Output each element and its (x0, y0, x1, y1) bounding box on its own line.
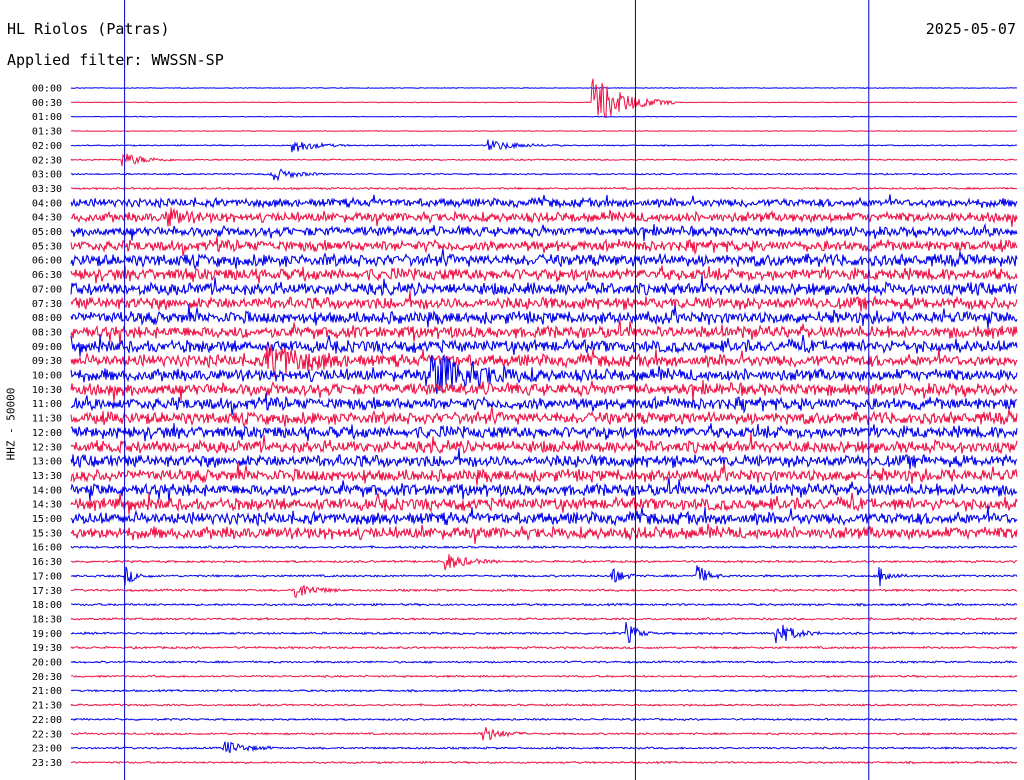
row-label-16:00: 16:00 (32, 543, 62, 554)
row-label-12:30: 12:30 (32, 442, 62, 453)
trace-08:30 (70, 319, 1018, 346)
trace-04:30 (70, 207, 1018, 227)
trace-00:00 (70, 86, 1018, 89)
trace-18:00 (70, 602, 1018, 607)
row-label-07:30: 07:30 (32, 299, 62, 310)
trace-21:00 (70, 688, 1018, 693)
row-label-00:30: 00:30 (32, 98, 62, 109)
trace-05:30 (70, 236, 1018, 257)
trace-02:30 (70, 153, 1018, 167)
row-label-20:00: 20:00 (32, 658, 62, 669)
trace-10:30 (70, 379, 1018, 402)
trace-19:00 (70, 622, 1018, 644)
row-label-23:00: 23:00 (32, 744, 62, 755)
trace-16:00 (70, 544, 1018, 550)
trace-18:30 (70, 616, 1018, 621)
row-label-19:30: 19:30 (32, 643, 62, 654)
row-label-08:00: 08:00 (32, 313, 62, 324)
row-label-07:00: 07:00 (32, 284, 62, 295)
trace-22:30 (70, 727, 1018, 741)
row-label-04:00: 04:00 (32, 198, 62, 209)
trace-17:30 (70, 584, 1018, 599)
trace-11:00 (70, 393, 1018, 416)
row-label-14:30: 14:30 (32, 500, 62, 511)
row-label-group: 00:00 00:30 01:00 01:30 02:00 02:30 03:00 03:30… (32, 84, 62, 769)
row-label-14:00: 14:00 (32, 485, 62, 496)
row-label-04:30: 04:30 (32, 213, 62, 224)
row-label-09:00: 09:00 (32, 342, 62, 353)
row-label-05:00: 05:00 (32, 227, 62, 238)
row-label-10:30: 10:30 (32, 385, 62, 396)
trace-12:00 (70, 423, 1018, 442)
row-label-09:30: 09:30 (32, 356, 62, 367)
trace-group (70, 78, 1018, 765)
row-label-18:00: 18:00 (32, 600, 62, 611)
trace-13:30 (70, 461, 1018, 486)
row-label-02:00: 02:00 (32, 141, 62, 152)
row-label-11:30: 11:30 (32, 414, 62, 425)
row-label-16:30: 16:30 (32, 557, 62, 568)
trace-05:00 (70, 222, 1018, 242)
row-label-19:00: 19:00 (32, 629, 62, 640)
row-label-06:30: 06:30 (32, 270, 62, 281)
row-label-01:00: 01:00 (32, 112, 62, 123)
row-label-12:00: 12:00 (32, 428, 62, 439)
row-label-06:00: 06:00 (32, 256, 62, 267)
trace-04:00 (70, 194, 1018, 210)
row-label-01:30: 01:30 (32, 127, 62, 138)
row-label-11:00: 11:00 (32, 399, 62, 410)
trace-03:30 (70, 186, 1018, 191)
trace-15:00 (70, 506, 1018, 527)
trace-16:30 (71, 554, 1018, 571)
trace-02:00 (70, 139, 1018, 153)
row-label-17:00: 17:00 (32, 571, 62, 582)
trace-01:00 (70, 115, 1018, 118)
row-label-17:30: 17:30 (32, 586, 62, 597)
trace-06:30 (70, 265, 1018, 284)
row-label-10:00: 10:00 (32, 371, 62, 382)
row-label-03:30: 03:30 (32, 184, 62, 195)
row-label-15:30: 15:30 (32, 528, 62, 539)
trace-01:30 (70, 130, 1017, 133)
trace-22:00 (70, 717, 1018, 722)
trace-11:30 (70, 406, 1018, 428)
trace-23:00 (70, 741, 1018, 754)
trace-21:30 (70, 703, 1018, 707)
row-label-21:30: 21:30 (32, 701, 62, 712)
trace-19:30 (70, 645, 1018, 650)
row-label-21:00: 21:00 (32, 686, 62, 697)
trace-15:30 (70, 523, 1018, 545)
trace-23:30 (70, 760, 1018, 765)
row-label-18:30: 18:30 (32, 614, 62, 625)
row-label-02:30: 02:30 (32, 155, 62, 166)
row-label-20:30: 20:30 (32, 672, 62, 683)
trace-14:30 (70, 492, 1018, 515)
trace-03:00 (70, 168, 1018, 182)
row-label-00:00: 00:00 (32, 84, 62, 95)
row-label-13:00: 13:00 (32, 457, 62, 468)
trace-17:00 (70, 565, 1018, 587)
seismogram-plot: 00:00 00:30 01:00 01:30 02:00 02:30 03:00 03:30… (32, 0, 1018, 780)
row-label-23:30: 23:30 (32, 758, 62, 769)
row-label-13:30: 13:30 (32, 471, 62, 482)
trace-20:30 (70, 674, 1018, 679)
trace-08:00 (70, 303, 1018, 329)
trace-00:30 (70, 78, 1018, 119)
trace-09:00 (70, 334, 1018, 357)
row-label-22:30: 22:30 (32, 729, 62, 740)
row-label-22:00: 22:00 (32, 715, 62, 726)
row-label-05:30: 05:30 (32, 241, 62, 252)
row-label-15:00: 15:00 (32, 514, 62, 525)
row-label-08:30: 08:30 (32, 327, 62, 338)
trace-20:00 (70, 660, 1018, 664)
row-label-03:00: 03:00 (32, 170, 62, 181)
